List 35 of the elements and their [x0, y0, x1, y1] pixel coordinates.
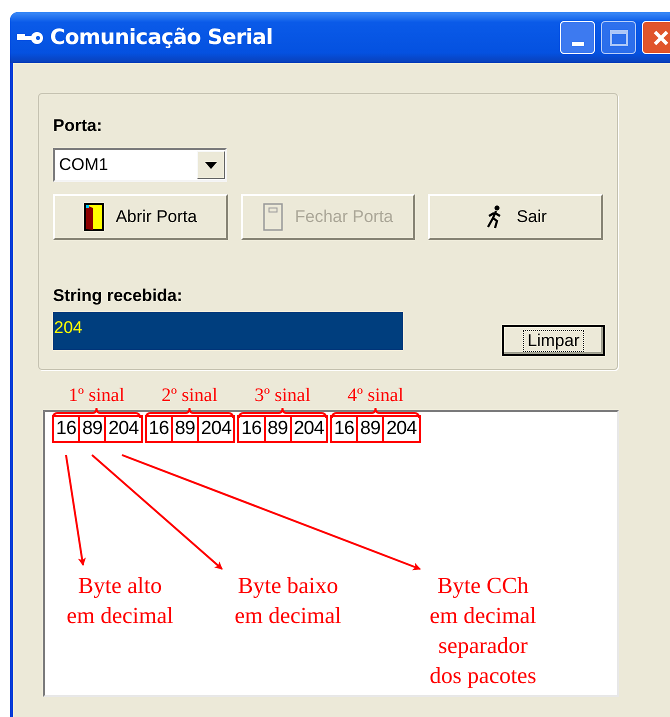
dropdown-arrow-icon — [205, 162, 217, 168]
received-string-field: 204 — [53, 312, 403, 350]
maximize-button[interactable] — [601, 21, 636, 54]
port-button[interactable]: Sair — [428, 194, 604, 240]
port-button[interactable]: Abrir Porta — [53, 194, 228, 240]
byte-value: 204 — [290, 415, 328, 443]
signal-label: 3º sinal — [253, 385, 312, 407]
annotation-note: Byte alto em decimal — [66, 572, 174, 630]
byte-value: 16 — [237, 415, 266, 443]
minimize-button[interactable] — [560, 21, 595, 54]
byte-value: 89 — [78, 415, 106, 443]
signal-label: 2º sinal — [160, 385, 219, 407]
byte-value: 16 — [330, 415, 358, 443]
door-icon — [84, 203, 104, 231]
byte-value: 89 — [264, 415, 292, 443]
signal-label: 1º sinal — [67, 385, 126, 407]
close-button[interactable] — [642, 21, 670, 54]
port-label: Porta: — [53, 116, 104, 136]
window-title: Comunicação Serial — [50, 24, 273, 51]
door-icon — [262, 203, 283, 231]
byte-value: 204 — [104, 415, 143, 443]
byte-value: 204 — [197, 415, 236, 443]
byte-value: 16 — [52, 415, 80, 443]
annotation-note: Byte baixo em decimal — [234, 572, 342, 630]
byte-value: 89 — [170, 415, 200, 443]
byte-value: 204 — [382, 415, 421, 443]
clear-button[interactable]: Limpar — [502, 325, 605, 356]
key-icon — [16, 30, 44, 44]
byte-value: 16 — [144, 415, 173, 443]
byte-value: 89 — [356, 415, 384, 443]
received-label: String recebida: — [53, 286, 184, 306]
port-dropdown[interactable]: COM1 — [53, 148, 227, 182]
signal-label: 4º sinal — [346, 385, 405, 407]
annotation-note: Byte CCh em decimal separador dos pacotes — [428, 572, 538, 690]
close-icon — [652, 28, 670, 46]
